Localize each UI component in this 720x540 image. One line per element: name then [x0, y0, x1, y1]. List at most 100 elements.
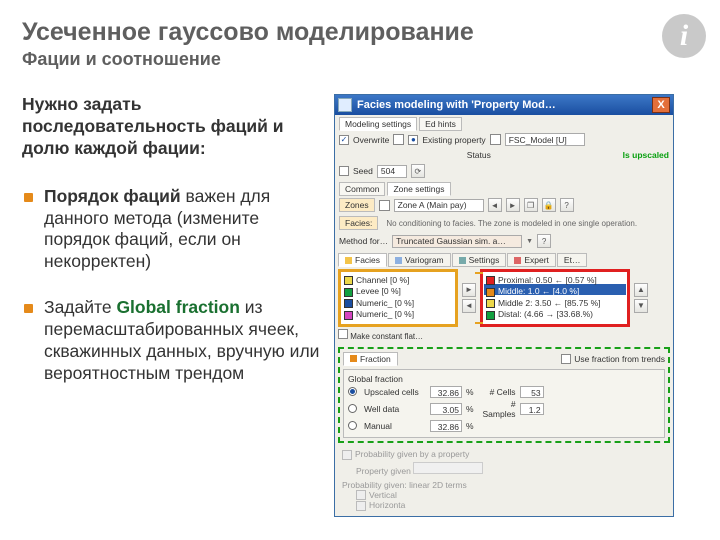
tab-zone-settings[interactable]: Zone settings	[387, 182, 450, 196]
bullet-facies-order-bold: Порядок фаций	[44, 186, 181, 206]
use-trends-checkbox[interactable]	[561, 354, 571, 364]
make-constant-label: Make constant flat…	[350, 332, 423, 341]
tab-variogram-label: Variogram	[405, 255, 444, 265]
slide-title: Усеченное гауссово моделирование	[22, 18, 698, 47]
move-down-icon[interactable]: ▼	[634, 299, 648, 313]
window-title: Facies modeling with 'Property Mod…	[357, 99, 556, 111]
move-left-icon[interactable]: ◄	[462, 299, 476, 313]
prob-property-label: Probability given by a property	[355, 449, 469, 459]
radio-manual[interactable]	[348, 421, 357, 430]
pct-label: %	[466, 404, 474, 414]
bullet-facies-order: Порядок фаций важен для данного метода (…	[22, 186, 322, 274]
vertical-checkbox	[356, 490, 366, 500]
seed-field[interactable]: 504	[377, 165, 407, 178]
dialog-window: Facies modeling with 'Property Mod… X Mo…	[334, 94, 674, 517]
well-value[interactable]: 3.05	[430, 403, 462, 415]
bullet-global-fraction: Задайте Global fraction из перемасштабир…	[22, 297, 322, 385]
slide-subtitle: Фации и соотношение	[22, 49, 698, 70]
tab-fraction[interactable]: Fraction	[343, 352, 398, 366]
well-label: Well data	[364, 404, 426, 414]
manual-label: Manual	[364, 421, 426, 431]
existing-label: Existing property	[422, 135, 485, 145]
tab-expert[interactable]: Expert	[507, 253, 556, 267]
upscaled-count-label: # Cells	[478, 387, 516, 397]
zone-copy-icon[interactable]: ❐	[524, 198, 538, 212]
tab-facies[interactable]: Facies	[338, 253, 387, 267]
vertical-label: Vertical	[369, 490, 397, 500]
well-count-label: # Samples	[478, 399, 516, 419]
facies-right-item[interactable]: Middle 2: 3.50 ← [85.75 %]	[486, 298, 624, 309]
zones-button[interactable]: Zones	[339, 198, 375, 212]
info-icon: i	[662, 14, 706, 58]
tab-modeling-settings[interactable]: Modeling settings	[339, 117, 417, 131]
new-prop-icon[interactable]	[393, 134, 404, 145]
upscaled-label: Upscaled cells	[364, 387, 426, 397]
tab-common[interactable]: Common	[339, 182, 385, 196]
method-help-icon[interactable]: ?	[537, 234, 551, 248]
make-constant-checkbox[interactable]	[338, 329, 348, 339]
horizontal-checkbox	[356, 501, 366, 511]
facies-right-item[interactable]: Middle: 1.0 ← [4.0 %]	[486, 286, 624, 297]
facies-left-item[interactable]: Numeric_ [0 %]	[344, 309, 452, 320]
zone-lock-icon[interactable]: 🔒	[542, 198, 556, 212]
status-label: Status	[467, 150, 491, 160]
prop-given-label: Property given	[356, 466, 411, 476]
facies-left-item[interactable]: Numeric_ [0 %]	[344, 298, 452, 309]
tab-fraction-label: Fraction	[360, 354, 391, 364]
overwrite-label: Overwrite	[353, 135, 389, 145]
trend-panel: Probability given by a property Property…	[338, 447, 670, 513]
tab-expert-label: Expert	[524, 255, 549, 265]
move-up-icon[interactable]: ▲	[634, 283, 648, 297]
method-field[interactable]: Truncated Gaussian sim. a…	[392, 235, 522, 248]
facies-right-item[interactable]: Proximal: 0.50 ← [0.57 %]	[486, 275, 624, 286]
radio-upscaled[interactable]	[348, 387, 357, 396]
global-fraction-label: Global fraction	[348, 374, 660, 384]
prob-property-checkbox	[342, 450, 352, 460]
expert-tab-icon	[514, 257, 521, 264]
tab-variogram[interactable]: Variogram	[388, 253, 451, 267]
title-bar[interactable]: Facies modeling with 'Property Mod… X	[335, 95, 673, 115]
facies-tab-icon	[345, 257, 352, 264]
use-trends-label: Use fraction from trends	[574, 354, 665, 364]
upscaled-value[interactable]: 32.86	[430, 386, 462, 398]
method-dropdown-icon[interactable]: ▼	[526, 238, 533, 245]
radio-well[interactable]	[348, 404, 357, 413]
variogram-tab-icon	[395, 257, 402, 264]
facies-button[interactable]: Facies:	[339, 216, 378, 230]
settings-tab-icon	[459, 257, 466, 264]
fraction-tab-icon	[350, 355, 357, 362]
zone-next-icon[interactable]: ►	[506, 198, 520, 212]
pct-label: %	[466, 387, 474, 397]
tab-settings[interactable]: Settings	[452, 253, 507, 267]
manual-value[interactable]: 32.86	[430, 420, 462, 432]
facies-note: No conditioning to facies. The zone is m…	[386, 219, 637, 228]
zone-icon	[379, 200, 390, 211]
tab-ed-hints[interactable]: Ed hints	[419, 117, 462, 131]
facies-available-list[interactable]: Channel [0 %] Levee [0 %] Numeric_ [0 %]…	[338, 269, 458, 327]
zone-prev-icon[interactable]: ◄	[488, 198, 502, 212]
window-icon	[338, 98, 352, 112]
seed-refresh-icon[interactable]: ⟳	[411, 164, 425, 178]
bullet-gf-term: Global fraction	[116, 297, 239, 317]
close-button[interactable]: X	[652, 97, 670, 113]
pct-label: %	[466, 421, 474, 431]
seed-checkbox[interactable]	[339, 166, 349, 176]
facies-right-item[interactable]: Distal: (4.66 → [33.68.%)	[486, 309, 624, 320]
linear-terms-label: Probability given: linear 2D terms	[342, 480, 666, 490]
method-label: Method for…	[339, 236, 388, 246]
well-count: 1.2	[520, 403, 544, 415]
tab-etc[interactable]: Et…	[557, 253, 588, 267]
upscaled-count: 53	[520, 386, 544, 398]
property-field[interactable]: FSC_Model [U]	[505, 133, 585, 146]
facies-left-item[interactable]: Levee [0 %]	[344, 286, 452, 297]
facies-selected-list[interactable]: Proximal: 0.50 ← [0.57 %] Middle: 1.0 ← …	[480, 269, 630, 327]
move-right-icon[interactable]: ►	[462, 283, 476, 297]
zone-field[interactable]: Zone A (Main pay)	[394, 199, 484, 212]
status-value: Is upscaled	[623, 150, 669, 160]
prop-icon	[490, 134, 501, 145]
overwrite-checkbox[interactable]: ✓	[339, 135, 349, 145]
facies-left-item[interactable]: Channel [0 %]	[344, 275, 452, 286]
tab-facies-label: Facies	[355, 255, 380, 265]
existing-radio[interactable]: ●	[408, 135, 418, 145]
zone-help-icon[interactable]: ?	[560, 198, 574, 212]
